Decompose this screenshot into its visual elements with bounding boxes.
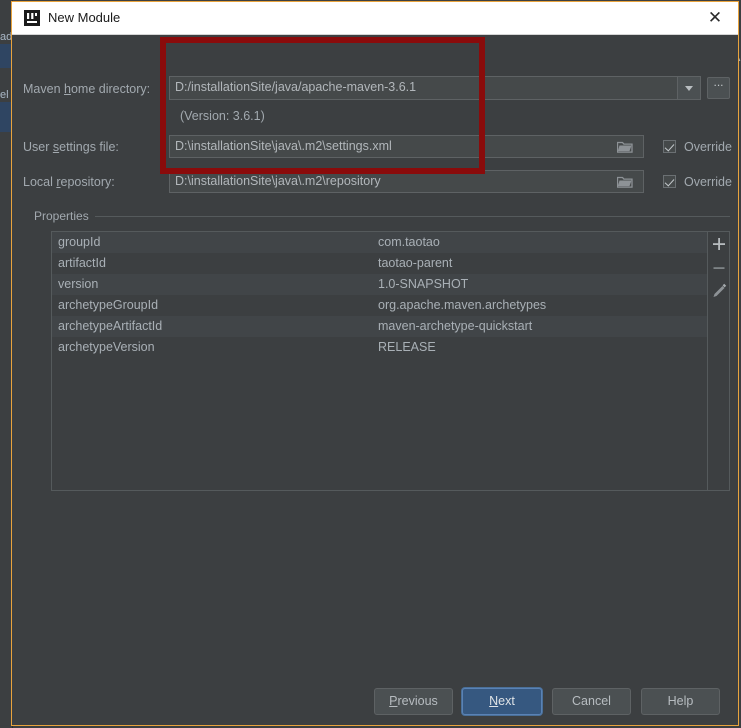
property-value: RELEASE xyxy=(378,340,436,354)
properties-table-panel: groupId com.taotao artifactId taotao-par… xyxy=(51,231,730,491)
property-value: org.apache.maven.archetypes xyxy=(378,298,547,312)
next-button[interactable]: Next xyxy=(462,688,542,715)
user-settings-override-label: Override xyxy=(684,140,732,154)
user-settings-label: User settings file: xyxy=(23,140,119,154)
local-repository-input[interactable]: D:\installationSite\java\.m2\repository xyxy=(169,170,644,193)
maven-home-label: Maven home directory: xyxy=(23,82,151,96)
user-settings-override-checkbox[interactable] xyxy=(663,140,676,153)
cancel-button[interactable]: Cancel xyxy=(552,688,631,715)
remove-property-button[interactable] xyxy=(708,256,730,280)
table-row[interactable]: archetypeVersion RELEASE xyxy=(52,337,707,358)
property-value: com.taotao xyxy=(378,235,440,249)
help-button[interactable]: Help xyxy=(641,688,720,715)
properties-table[interactable]: groupId com.taotao artifactId taotao-par… xyxy=(52,232,707,490)
property-value: maven-archetype-quickstart xyxy=(378,319,533,333)
intellij-idea-icon xyxy=(24,10,40,26)
maven-home-input[interactable]: D:/installationSite/java/apache-maven-3.… xyxy=(169,76,677,100)
local-repository-override-checkbox[interactable] xyxy=(663,175,676,188)
maven-version-note: (Version: 3.6.1) xyxy=(180,109,265,123)
properties-group-label: Properties xyxy=(34,209,95,223)
property-key: artifactId xyxy=(58,256,106,270)
properties-separator xyxy=(34,216,730,217)
new-module-dialog: New Module ✕ Maven home directory: D:/in… xyxy=(11,1,739,726)
table-row[interactable]: archetypeGroupId org.apache.maven.archet… xyxy=(52,295,707,316)
backdrop-text-fragment-2: el xyxy=(0,89,9,101)
add-property-button[interactable] xyxy=(708,232,730,256)
property-key: groupId xyxy=(58,235,101,249)
user-settings-folder-icon[interactable] xyxy=(616,140,633,156)
property-key: archetypeGroupId xyxy=(58,298,159,312)
local-repository-label: Local repository: xyxy=(23,175,115,189)
table-row[interactable]: version 1.0-SNAPSHOT xyxy=(52,274,707,295)
table-row[interactable]: archetypeArtifactId maven-archetype-quic… xyxy=(52,316,707,337)
local-repository-folder-icon[interactable] xyxy=(616,175,633,191)
maven-home-browse-button[interactable]: ... xyxy=(707,76,730,99)
previous-button[interactable]: Previous xyxy=(374,688,453,715)
property-value: taotao-parent xyxy=(378,256,453,270)
table-row[interactable]: groupId com.taotao xyxy=(52,232,707,253)
dialog-title-bar: New Module ✕ xyxy=(12,2,738,35)
dialog-title: New Module xyxy=(48,10,121,25)
user-settings-input[interactable]: D:\installationSite\java\.m2\settings.xm… xyxy=(169,135,644,158)
property-value: 1.0-SNAPSHOT xyxy=(378,277,469,291)
property-key: version xyxy=(58,277,99,291)
chevron-down-icon xyxy=(685,86,693,91)
close-icon[interactable]: ✕ xyxy=(702,6,728,30)
property-key: archetypeVersion xyxy=(58,340,155,354)
dialog-content: Maven home directory: D:/installationSit… xyxy=(12,35,738,725)
table-row[interactable]: artifactId taotao-parent xyxy=(52,253,707,274)
edit-property-button[interactable] xyxy=(708,280,730,304)
property-key: archetypeArtifactId xyxy=(58,319,163,333)
maven-home-dropdown-button[interactable] xyxy=(677,76,701,100)
local-repository-override-label: Override xyxy=(684,175,732,189)
properties-table-toolbar xyxy=(707,232,729,490)
